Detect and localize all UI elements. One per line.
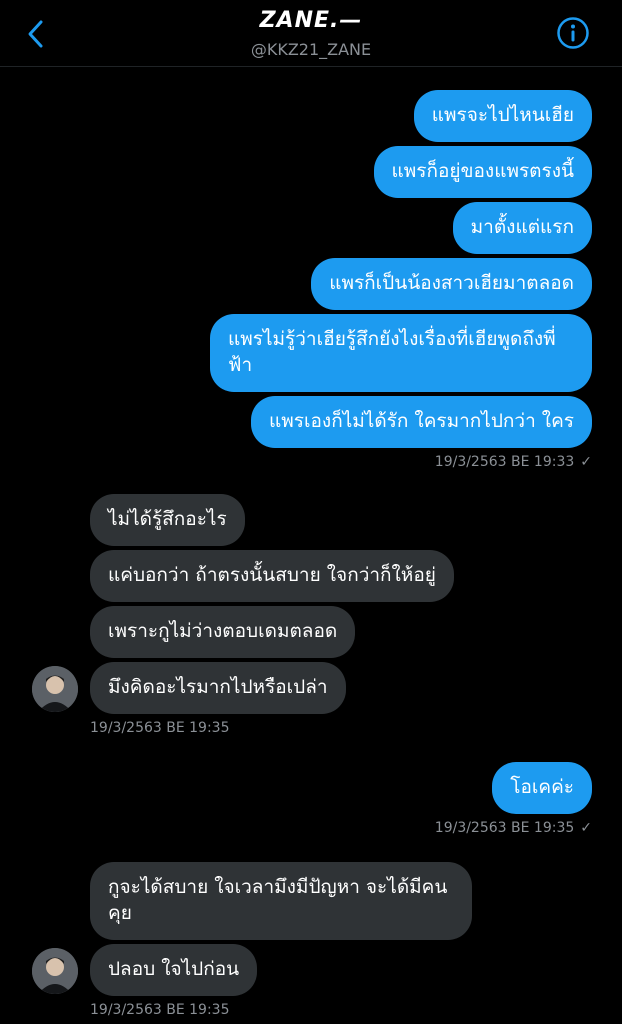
message-bubble-incoming[interactable]: ปลอบ ใจไปก่อน <box>90 944 258 996</box>
message-bubble-outgoing[interactable]: แพรก็เป็นน้องสาวเฮียมาตลอด <box>311 258 592 310</box>
message-bubble-incoming[interactable]: แค่บอกว่า ถ้าตรงนั้นสบาย ใจกว่าก็ให้อยู่ <box>90 550 454 602</box>
message-timestamp: 19/3/2563 BE 19:33 ✓ <box>434 454 592 470</box>
conversation-handle: @KKZ21_ZANE <box>250 40 372 59</box>
checkmark-icon: ✓ <box>580 454 592 470</box>
message-bubble-outgoing[interactable]: มาตั้งแต่แรก <box>452 202 592 254</box>
info-icon[interactable] <box>556 16 590 50</box>
conversation-header: ZANE.— @KKZ21_ZANE <box>0 0 622 67</box>
message-bubble-incoming[interactable]: มึงคิดอะไรมากไปหรือเปล่า <box>90 662 346 714</box>
avatar[interactable] <box>32 948 78 994</box>
message-timestamp: 19/3/2563 BE 19:35 ✓ <box>434 820 592 836</box>
message-bubble-outgoing[interactable]: แพรจะไปไหนเฮีย <box>413 90 592 142</box>
message-bubble-incoming[interactable]: เพราะกูไม่ว่างตอบเดมตลอด <box>90 606 356 658</box>
message-bubble-outgoing[interactable]: แพรก็อยู่ของแพรตรงนี้ <box>373 146 592 198</box>
message-timestamp: 19/3/2563 BE 19:35 <box>90 1002 230 1018</box>
message-bubble-incoming[interactable]: กูจะได้สบาย ใจเวลามึงมีปัญหา จะได้มีคนคุ… <box>90 862 472 940</box>
avatar-image <box>32 666 78 712</box>
message-bubble-outgoing[interactable]: แพรเองก็ไม่ได้รัก ใครมากไปกว่า ใคร <box>251 396 592 448</box>
message-timestamp: 19/3/2563 BE 19:35 <box>90 720 230 736</box>
conversation-title: ZANE.— <box>259 8 363 33</box>
message-bubble-outgoing[interactable]: โอเคค่ะ <box>492 762 592 814</box>
message-bubble-incoming[interactable]: ไม่ได้รู้สึกอะไร <box>90 494 245 546</box>
checkmark-icon: ✓ <box>580 820 592 836</box>
avatar[interactable] <box>32 666 78 712</box>
message-bubble-outgoing[interactable]: แพรไม่รู้ว่าเฮียรู้สึกยังไงเรื่องที่เฮีย… <box>210 314 592 392</box>
avatar-image <box>32 948 78 994</box>
